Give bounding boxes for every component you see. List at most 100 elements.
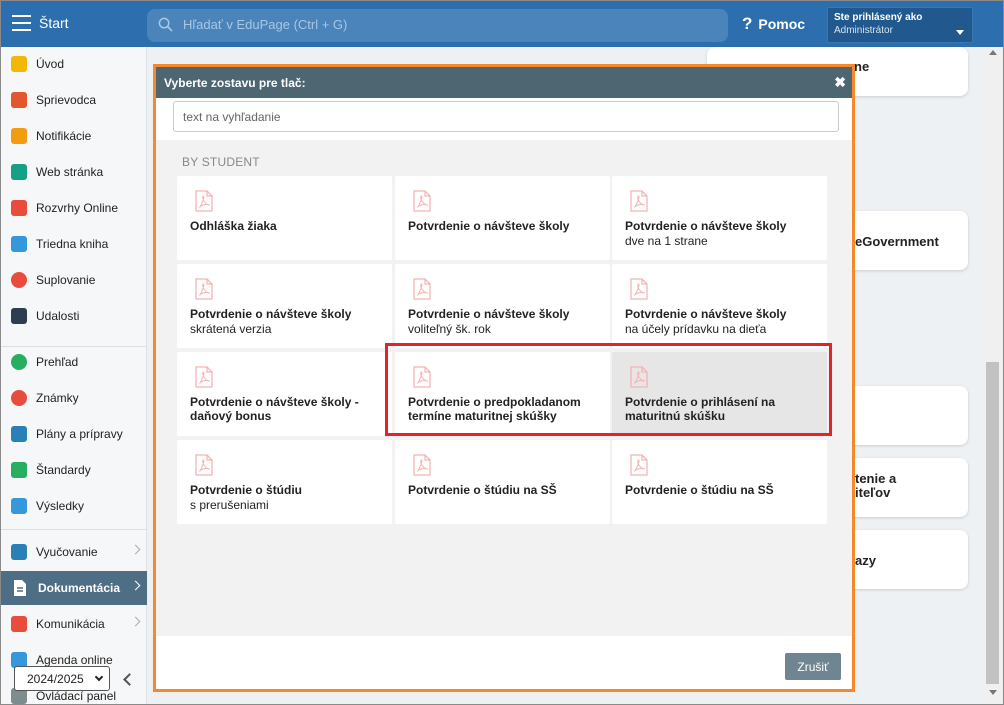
sidebar-item-známky[interactable]: Známky — [0, 381, 147, 415]
report-tile[interactable]: Odhláška žiaka — [177, 176, 392, 260]
sidebar-item-udalosti[interactable]: Udalosti — [0, 299, 147, 333]
app-title[interactable]: Štart — [39, 15, 69, 31]
background-card[interactable]: eGovernment — [845, 211, 968, 270]
background-card-label: tenie a iteľov — [855, 471, 897, 500]
global-search-input[interactable]: Hľadať v EduPage (Ctrl + G) — [147, 9, 728, 42]
document-icon — [11, 579, 29, 597]
sidebar-item-label: Notifikácie — [36, 129, 92, 143]
report-tile[interactable]: Potvrdenie o štúdiu na SŠ — [395, 440, 610, 524]
sidebar-item-plány-a-prípravy[interactable]: Plány a prípravy — [0, 417, 147, 451]
sidebar-item-notifikácie[interactable]: Notifikácie — [0, 119, 147, 153]
top-bar: Štart Hľadať v EduPage (Ctrl + G) ? Pomoc… — [0, 0, 1004, 47]
user-line1: Ste prihlásený ako — [834, 12, 923, 23]
pdf-file-icon — [630, 278, 648, 300]
report-tile-subtitle: voliteľný šk. rok — [408, 322, 491, 336]
scrollbar-thumb[interactable] — [986, 362, 999, 684]
background-card[interactable] — [845, 386, 968, 445]
sidebar: Úvod Sprievodca Notifikácie Web stránka Rozv… — [0, 47, 147, 705]
sidebar-item-vyučovanie[interactable]: Vyučovanie — [0, 535, 147, 569]
sidebar-item-label: Prehľad — [36, 355, 79, 369]
sidebar-item-rozvrhy-online[interactable]: Rozvrhy Online — [0, 191, 147, 225]
sidebar-item-label: Komunikácia — [36, 617, 105, 631]
pdf-file-icon — [413, 278, 431, 300]
chevron-right-icon — [130, 616, 141, 627]
wand-icon — [11, 92, 27, 108]
report-tile-subtitle: s prerušeniami — [190, 498, 269, 512]
sidebar-item-label: Sprievodca — [36, 93, 97, 107]
sidebar-item-label: Výsledky — [36, 499, 85, 513]
sidebar-item-label: Štandardy — [36, 463, 91, 477]
school-year-select[interactable]: 2024/2025 — [14, 666, 110, 691]
report-tile-title: Potvrdenie o návšteve školy — [408, 219, 570, 233]
report-tile-subtitle: skrátená verzia — [190, 322, 272, 336]
pdf-file-icon — [413, 190, 431, 212]
briefcase-icon — [11, 426, 27, 442]
report-tile[interactable]: Potvrdenie o návšteve školy voliteľný šk.… — [395, 264, 610, 348]
star-icon — [11, 56, 27, 72]
sidebar-item-label: Vyučovanie — [36, 545, 98, 559]
user-menu[interactable]: Ste prihlásený ako Administrátor — [827, 7, 973, 43]
shield-check-icon — [11, 462, 27, 478]
sidebar-item-úvod[interactable]: Úvod — [0, 47, 147, 81]
dialog-header: Vyberte zostavu pre tlač: ✖ — [156, 67, 852, 98]
report-tile[interactable]: Potvrdenie o štúdiu na SŠ — [612, 440, 827, 524]
section-title: BY STUDENT — [182, 155, 260, 169]
sidebar-item-štandardy[interactable]: Štandardy — [0, 453, 147, 487]
caret-down-icon — [956, 30, 964, 35]
report-tile-title: Potvrdenie o štúdiu — [190, 483, 303, 497]
pdf-file-icon — [630, 190, 648, 212]
hamburger-menu-icon[interactable] — [12, 15, 31, 31]
sidebar-item-sprievodca[interactable]: Sprievodca — [0, 83, 147, 117]
dialog-footer: Zrušiť — [156, 636, 852, 689]
sidebar-item-komunikácia[interactable]: Komunikácia — [0, 607, 147, 641]
sidebar-divider — [0, 529, 147, 530]
check-circle-icon — [11, 354, 27, 370]
report-tile-title: Potvrdenie o štúdiu na SŠ — [408, 483, 557, 497]
report-search-placeholder: text na vyhľadanie — [183, 110, 281, 124]
background-card[interactable]: azy — [845, 530, 968, 589]
report-tile-title: Potvrdenie o návšteve školy - daňový bon… — [190, 395, 359, 423]
report-tile[interactable]: Potvrdenie o štúdiu s prerušeniami — [177, 440, 392, 524]
chevron-right-icon — [130, 580, 141, 591]
scroll-up-icon[interactable] — [989, 50, 997, 55]
report-tile-subtitle: na účely prídavku na dieťa — [625, 322, 767, 336]
sidebar-item-label: Rozvrhy Online — [36, 201, 119, 215]
report-tile[interactable]: Potvrdenie o návšteve školy skrátená verz… — [177, 264, 392, 348]
pdf-file-icon — [195, 278, 213, 300]
background-card-label: ne — [854, 59, 870, 74]
close-icon[interactable]: ✖ — [834, 74, 846, 91]
pdf-file-icon — [195, 190, 213, 212]
cancel-button[interactable]: Zrušiť — [785, 653, 841, 680]
chart-circle-icon — [11, 390, 27, 406]
report-tile[interactable]: Potvrdenie o návšteve školy dve na 1 stra… — [612, 176, 827, 260]
report-search-input[interactable]: text na vyhľadanie — [173, 101, 839, 132]
sidebar-item-web-stránka[interactable]: Web stránka — [0, 155, 147, 189]
background-card-label: azy — [855, 553, 876, 568]
calendar-grid-icon — [11, 200, 27, 216]
envelope-icon — [11, 128, 27, 144]
report-tile[interactable]: Potvrdenie o návšteve školy na účely príd… — [612, 264, 827, 348]
report-tile-title: Odhláška žiaka — [190, 219, 277, 233]
chevron-right-icon — [130, 544, 141, 555]
book-icon — [11, 236, 27, 252]
sidebar-item-triedna-kniha[interactable]: Triedna kniha — [0, 227, 147, 261]
sidebar-item-dokumentácia[interactable]: Dokumentácia — [0, 571, 147, 605]
sidebar-item-suplovanie[interactable]: Suplovanie — [0, 263, 147, 297]
sidebar-item-label: Web stránka — [36, 165, 104, 179]
sidebar-item-prehľad[interactable]: Prehľad — [0, 345, 147, 379]
background-card[interactable]: tenie a iteľov — [845, 458, 968, 517]
background-card-label: eGovernment — [855, 234, 939, 249]
report-tile-title: Potvrdenie o návšteve školy — [408, 307, 570, 321]
sidebar-item-label: Udalosti — [36, 309, 80, 323]
sidebar-item-výsledky[interactable]: Výsledky — [0, 489, 147, 523]
report-tile[interactable]: Potvrdenie o návšteve školy - daňový bon… — [177, 352, 392, 436]
sidebar-item-label: Známky — [36, 391, 79, 405]
sidebar-item-label: Ovládací panel — [36, 689, 117, 703]
help-button[interactable]: ? Pomoc — [742, 14, 805, 34]
scroll-down-icon[interactable] — [989, 690, 997, 695]
sidebar-item-label: Dokumentácia — [38, 581, 121, 595]
sidebar-item-label: Agenda online — [36, 653, 113, 667]
pdf-file-icon — [195, 366, 213, 388]
sidebar-item-label: Úvod — [36, 57, 65, 71]
report-tile[interactable]: Potvrdenie o návšteve školy — [395, 176, 610, 260]
